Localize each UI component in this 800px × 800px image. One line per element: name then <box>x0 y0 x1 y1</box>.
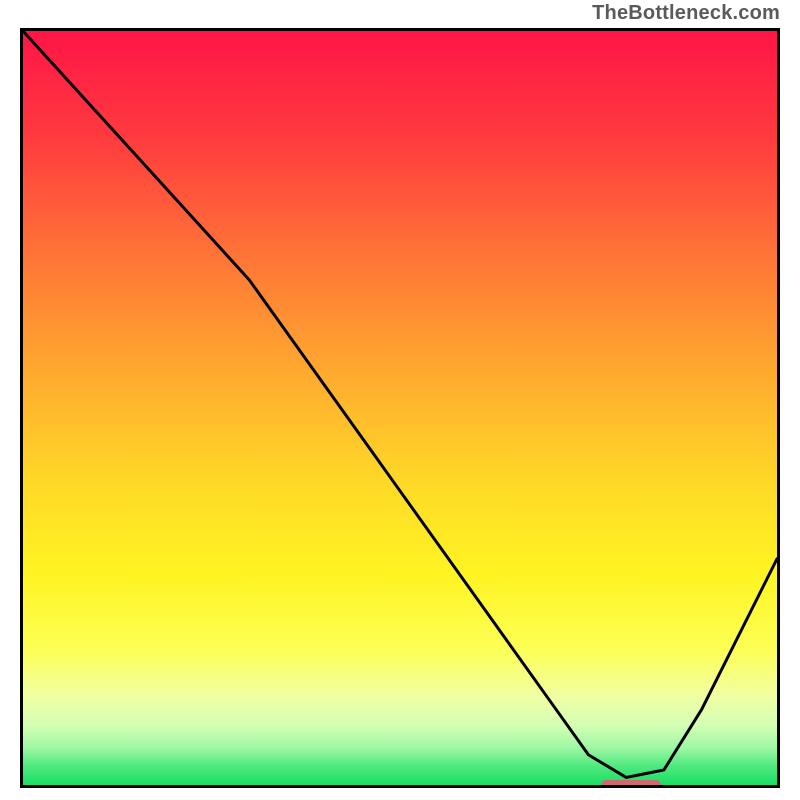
chart-container: TheBottleneck.com <box>0 0 800 800</box>
optimal-range-marker <box>601 780 662 788</box>
bottleneck-curve <box>23 31 777 785</box>
attribution-text: TheBottleneck.com <box>592 2 780 25</box>
plot-area <box>20 28 780 788</box>
